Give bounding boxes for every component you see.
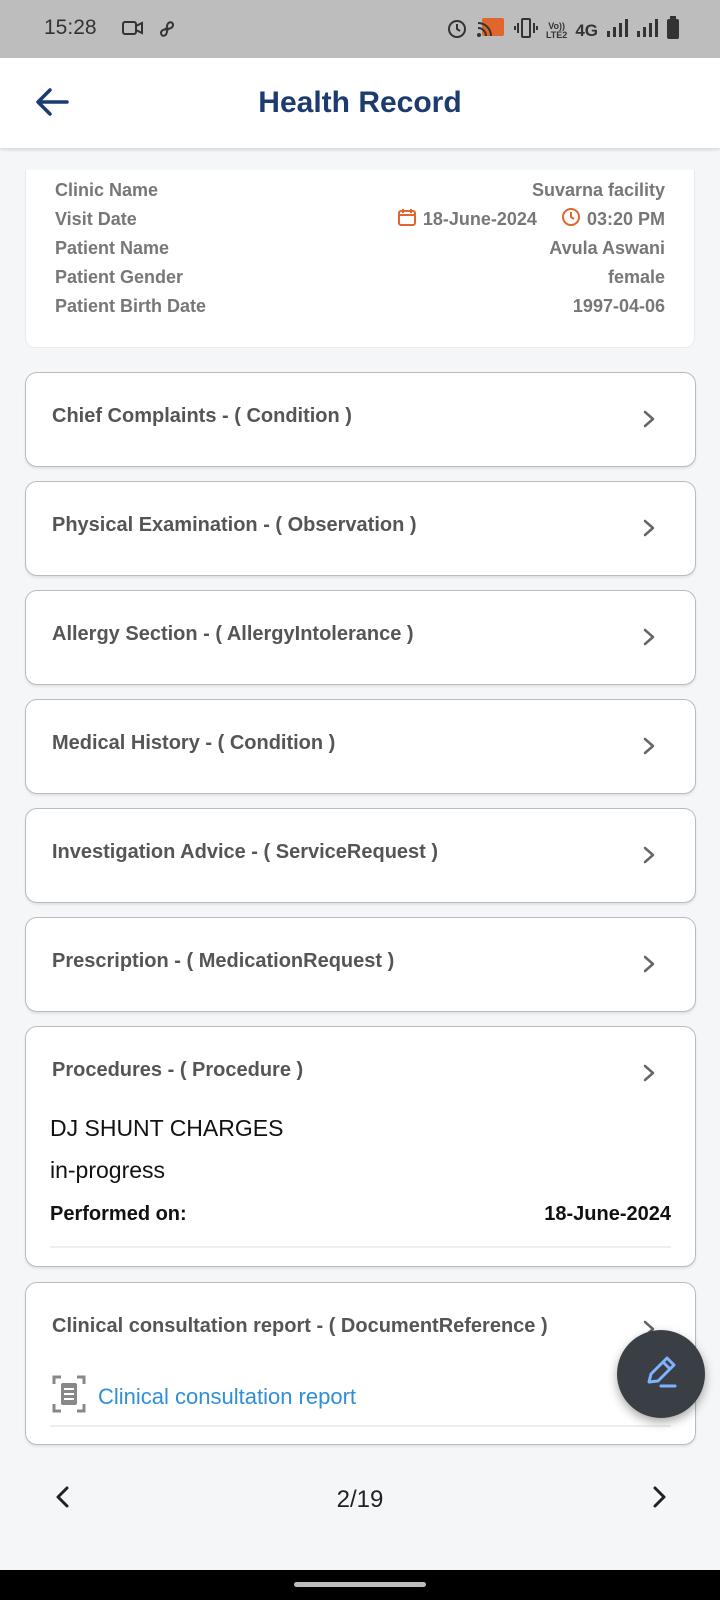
chevron-right-icon [639, 736, 659, 756]
section-procedures[interactable]: Procedures - ( Procedure ) DJ SHUNT CHAR… [25, 1026, 696, 1267]
section-title: Investigation Advice - ( ServiceRequest … [52, 841, 439, 863]
divider [50, 1425, 671, 1427]
clock-icon [561, 207, 581, 232]
patient-name-row: Patient Name Avula Aswani [55, 236, 665, 260]
section-chief-complaints[interactable]: Chief Complaints - ( Condition ) [25, 372, 696, 467]
birth-date-label: Patient Birth Date [55, 295, 207, 316]
chevron-right-icon [639, 627, 659, 647]
chevron-right-icon [639, 409, 659, 429]
signal-icon [606, 18, 628, 43]
app-bar: Health Record [0, 58, 720, 148]
visit-info-card: Clinic Name Suvarna facility Visit Date … [25, 170, 695, 348]
edit-fab[interactable] [617, 1330, 705, 1418]
section-title: Procedures - ( Procedure ) [52, 1059, 304, 1081]
system-nav-bar [0, 1570, 720, 1600]
edit-pen-icon [641, 1352, 681, 1397]
section-clinical-consultation[interactable]: Clinical consultation report - ( Documen… [25, 1282, 696, 1445]
section-investigation-advice[interactable]: Investigation Advice - ( ServiceRequest … [25, 808, 696, 903]
pinwheel-icon [156, 18, 178, 45]
patient-name-label: Patient Name [55, 237, 170, 258]
gender-label: Patient Gender [55, 266, 184, 287]
page-indicator: 2/19 [336, 1486, 384, 1513]
gender-row: Patient Gender female [55, 265, 665, 289]
clinic-label: Clinic Name [55, 179, 159, 200]
home-gesture-bar[interactable] [294, 1582, 426, 1587]
section-title: Physical Examination - ( Observation ) [52, 514, 417, 536]
cast-icon [476, 16, 506, 45]
performed-on-row: Performed on: 18-June-2024 [50, 1203, 671, 1226]
document-icon [52, 1375, 86, 1418]
calendar-icon [397, 207, 417, 232]
section-title: Chief Complaints - ( Condition ) [52, 405, 352, 427]
section-title: Prescription - ( MedicationRequest ) [52, 950, 395, 972]
chevron-right-icon [639, 954, 659, 974]
document-link-row[interactable]: Clinical consultation report [52, 1375, 356, 1418]
status-bar: 15:28 Vo)) LTE2 4G [0, 0, 720, 58]
clinic-value: Suvarna facility [531, 179, 665, 200]
section-prescription[interactable]: Prescription - ( MedicationRequest ) [25, 917, 696, 1012]
section-title: Clinical consultation report - ( Documen… [52, 1315, 548, 1337]
vibrate-icon [513, 17, 538, 44]
performed-label: Performed on: [50, 1203, 187, 1225]
chevron-right-icon [639, 1063, 659, 1083]
section-allergy[interactable]: Allergy Section - ( AllergyIntolerance ) [25, 590, 696, 685]
patient-name-value: Avula Aswani [549, 237, 665, 258]
clinical-report-link[interactable]: Clinical consultation report [98, 1384, 356, 1410]
chevron-right-icon [639, 518, 659, 538]
visit-date-row: Visit Date 18-June-2024 03:20 PM [55, 207, 665, 231]
network-type: 4G [575, 20, 598, 40]
alarm-icon [446, 17, 468, 44]
signal-icon [636, 18, 658, 43]
camera-icon [122, 18, 144, 45]
visit-date-label: Visit Date [55, 208, 137, 229]
volte-label-2: LTE2 [545, 29, 568, 40]
next-page-button[interactable] [644, 1484, 674, 1514]
gender-value: female [607, 266, 665, 287]
pagination: 2/19 [0, 1470, 720, 1530]
clinic-row: Clinic Name Suvarna facility [55, 178, 665, 202]
chevron-right-icon [639, 845, 659, 865]
section-physical-examination[interactable]: Physical Examination - ( Observation ) [25, 481, 696, 576]
chevron-right-icon [649, 1485, 669, 1514]
procedure-status: in-progress [50, 1157, 166, 1183]
section-title: Allergy Section - ( AllergyIntolerance ) [52, 623, 414, 645]
status-time: 15:28 [44, 16, 97, 39]
visit-date-value: 18-June-2024 [422, 208, 537, 229]
section-medical-history[interactable]: Medical History - ( Condition ) [25, 699, 696, 794]
page-title: Health Record [258, 86, 462, 119]
procedure-name: DJ SHUNT CHARGES [50, 1115, 284, 1141]
section-title: Medical History - ( Condition ) [52, 732, 336, 754]
birth-date-value: 1997-04-06 [572, 295, 665, 316]
battery-icon [666, 16, 680, 45]
visit-time-value: 03:20 PM [586, 208, 665, 229]
birth-date-row: Patient Birth Date 1997-04-06 [55, 294, 665, 318]
divider [50, 1246, 671, 1248]
performed-date: 18-June-2024 [544, 1203, 671, 1225]
